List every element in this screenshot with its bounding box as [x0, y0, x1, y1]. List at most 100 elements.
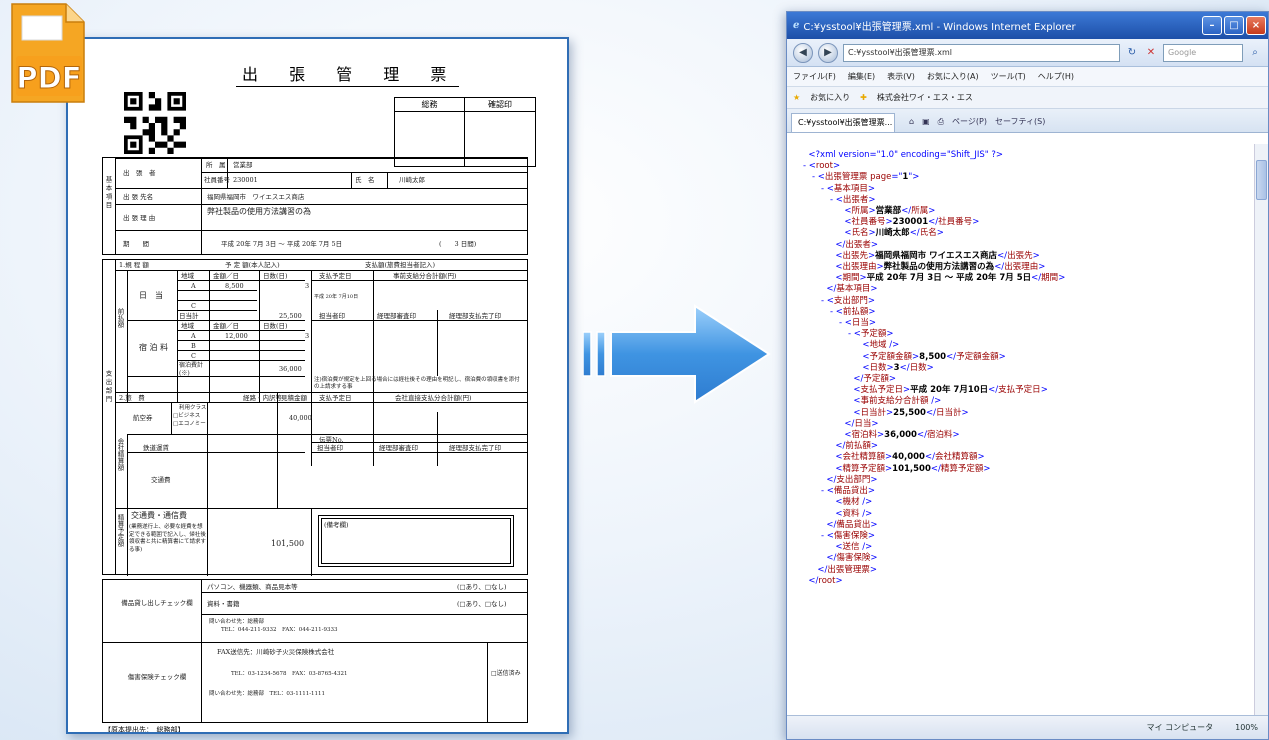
print-icon[interactable]: ⎙ — [938, 113, 944, 132]
lodging-label: 宿 泊 料 — [139, 343, 169, 352]
xml-line: <会社精算額>40,000</会社精算額> — [835, 452, 985, 463]
xml-line: <送信 /> — [835, 542, 873, 553]
refresh-icon[interactable]: ↻ — [1125, 47, 1139, 58]
tab-bar: C:¥ysstool¥出張管理票... ⌂ ▣ ⎙ ページ(P) セーフティ(S… — [787, 109, 1268, 133]
back-button[interactable]: ◀ — [793, 42, 813, 63]
planned-amount-header: 予 定 額(本人記入) — [225, 261, 280, 269]
lodging-row-b: B — [191, 342, 196, 350]
status-bar: マイ コンピュータ 100% — [787, 715, 1268, 739]
forward-button[interactable]: ▶ — [818, 42, 838, 63]
safety-menu[interactable]: セーフティ(S) — [995, 113, 1045, 132]
settlement-label: 会社精算額 — [116, 438, 124, 471]
feeds-icon[interactable]: ▣ — [922, 113, 930, 132]
maximize-button[interactable]: □ — [1224, 16, 1244, 35]
lodging-subtotal: 36,000 — [279, 365, 302, 373]
address-bar[interactable]: C:¥ysstool¥出張管理票.xml — [843, 43, 1120, 62]
estimate-header: 見積金額 — [281, 394, 307, 402]
daily-row-c: C — [191, 302, 196, 310]
stamp-col-confirmation: 確認印 — [465, 98, 535, 112]
xml-line: <日当計>25,500</日当計> — [853, 407, 969, 418]
xml-line[interactable]: - <日当> — [803, 318, 1254, 329]
destination-value: 福岡県福岡市 ワイエスエス商店 — [207, 193, 305, 201]
search-icon[interactable]: ⌕ — [1248, 47, 1262, 58]
xml-line: </前払額> — [835, 441, 879, 452]
zoom-level[interactable]: 100% — [1235, 723, 1258, 732]
daily-allowance-label: 日 当 — [139, 291, 163, 300]
checks-grid: 備品貸し出しチェック欄 パソコン、機器類、商品見本等 (□あり、□なし) 資料・… — [102, 579, 528, 723]
ie-browser-window: ℯ C:¥ysstool¥出張管理票.xml - Windows Interne… — [786, 11, 1269, 740]
period-label: 期 間 — [123, 240, 149, 248]
xml-line: <予定額金額>8,500</予定額金額> — [862, 351, 1006, 362]
stamp-col-general-affairs: 総務 — [395, 98, 465, 112]
lodging-row-a: A — [191, 332, 196, 340]
xml-line[interactable]: - <傷害保険> — [803, 531, 1254, 542]
xml-line[interactable]: - <root> — [803, 161, 1254, 172]
ie-logo-icon: ℯ — [793, 20, 800, 31]
add-favorite-icon[interactable]: ✚ — [860, 93, 867, 102]
period-days: ( 3 日間) — [439, 240, 477, 248]
lending-item-equipment: パソコン、機器類、商品見本等 — [207, 583, 298, 591]
lodging-days: 3 — [305, 332, 310, 340]
xml-line[interactable]: - <出張者> — [803, 195, 1254, 206]
xml-line: </備品貸出> — [826, 519, 878, 530]
acct-done-stamp-header-2: 経理部支払完了印 — [449, 444, 501, 452]
insurance-check-label: 傷害保険チェック欄 — [127, 673, 187, 681]
xml-line[interactable]: - <支出部門> — [803, 296, 1254, 307]
region-header: 地域 — [181, 272, 194, 280]
comm-total: 101,500 — [271, 539, 305, 548]
travel-form-document: 出 張 管 理 票 総務 確認印 基本項目 出 張 者 所 属 営業部 社員番号… — [66, 37, 569, 734]
dept-value: 営業部 — [233, 161, 253, 169]
minimize-button[interactable]: – — [1202, 16, 1222, 35]
daily-days: 3 — [305, 282, 310, 290]
amount-per-day-header-2: 金額／日 — [213, 322, 239, 330]
search-input[interactable]: Google — [1163, 43, 1243, 62]
xml-line[interactable]: - <基本項目> — [803, 184, 1254, 195]
xml-line: <出張先>福岡県福岡市 ワイエスエス商店</出張先> — [835, 250, 1040, 261]
rail-fare-label: 鉄道運賃 — [143, 444, 169, 452]
home-icon[interactable]: ⌂ — [909, 113, 914, 132]
air-ticket-label: 航空券 — [133, 414, 153, 422]
menu-bar: ファイル(F) 編集(E) 表示(V) お気に入り(A) ツール(T) ヘルプ(… — [787, 67, 1268, 87]
page-menu[interactable]: ページ(P) — [952, 113, 987, 132]
transport-label: 交通費 — [151, 476, 171, 484]
lodging-amount: 12,000 — [225, 332, 248, 340]
menu-edit[interactable]: 編集(E) — [848, 71, 875, 82]
xml-line[interactable]: - <出張管理票 page="1"> — [803, 172, 1254, 183]
xml-line: </傷害保険> — [826, 553, 878, 564]
xml-line[interactable]: - <予定額> — [803, 329, 1254, 340]
company-payment-header: 会社直接支払分合計額(円) — [395, 394, 472, 402]
xml-line: <氏名>川崎太郎</氏名> — [844, 228, 944, 239]
menu-view[interactable]: 表示(V) — [887, 71, 915, 82]
menu-tools[interactable]: ツール(T) — [991, 71, 1026, 82]
xml-line: <社員番号>230001</社員番号> — [844, 217, 980, 228]
xml-line: </root> — [808, 575, 843, 586]
favorites-button[interactable]: お気に入り — [810, 92, 850, 103]
empno-label: 社員番号 — [204, 176, 230, 184]
menu-file[interactable]: ファイル(F) — [793, 71, 836, 82]
empno-value: 230001 — [233, 176, 258, 184]
traveler-label: 出 張 者 — [123, 169, 156, 177]
prepaid-label: 前払額 — [116, 308, 124, 328]
menu-favorites[interactable]: お気に入り(A) — [927, 71, 979, 82]
xml-line: <資料 /> — [835, 508, 873, 519]
lending-item-equipment-check[interactable]: (□あり、□なし) — [457, 583, 507, 591]
xml-line[interactable]: - <前払額> — [803, 307, 1254, 318]
vertical-scrollbar[interactable] — [1254, 144, 1268, 715]
stop-icon[interactable]: ✕ — [1144, 47, 1158, 58]
acct-review-stamp-header-2: 経理部審査印 — [379, 444, 418, 452]
xml-line: <地域 /> — [862, 340, 900, 351]
menu-help[interactable]: ヘルプ(H) — [1038, 71, 1074, 82]
scroll-thumb[interactable] — [1256, 160, 1267, 200]
payment-amount-header: 支払額(旅費担当者記入) — [365, 261, 436, 269]
insurance-sent-check[interactable]: □送信済み — [491, 670, 521, 678]
tab-active[interactable]: C:¥ysstool¥出張管理票... — [791, 113, 895, 132]
dept-label: 所 属 — [206, 161, 226, 169]
favorite-link-yss[interactable]: 株式会社ワイ・エス・エス — [877, 92, 973, 103]
lending-item-documents-check[interactable]: (□あり、□なし) — [457, 600, 507, 608]
person-stamp-header: 担当者印 — [319, 312, 345, 320]
xml-line[interactable]: - <備品貸出> — [803, 486, 1254, 497]
travel-cost-label: 2.旅 費 — [119, 394, 145, 402]
xml-line: </支出部門> — [826, 474, 878, 485]
close-button[interactable]: × — [1246, 16, 1266, 35]
daily-subtotal-label: 日当計 — [179, 312, 199, 320]
